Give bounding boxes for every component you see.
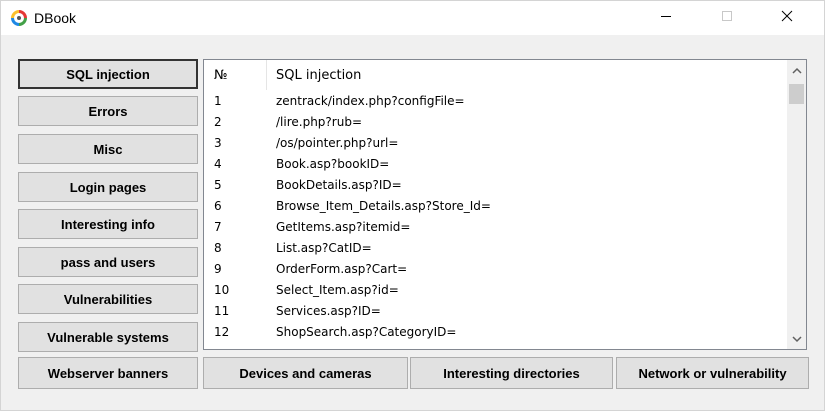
interesting-directories-button[interactable]: Interesting directories <box>410 357 613 389</box>
title-bar[interactable]: DBook <box>1 1 824 35</box>
row-value: List.asp?CatID= <box>276 241 372 255</box>
row-number: 6 <box>214 199 222 213</box>
list-item[interactable]: 11 Services.asp?ID= <box>204 303 767 320</box>
scrollbar-thumb[interactable] <box>789 84 804 104</box>
list-item[interactable]: 4 Book.asp?bookID= <box>204 156 767 173</box>
row-value: BookDetails.asp?ID= <box>276 178 402 192</box>
row-number: 9 <box>214 262 222 276</box>
interesting-info-button[interactable]: Interesting info <box>18 209 198 239</box>
row-number: 4 <box>214 157 222 171</box>
row-value: /os/pointer.php?url= <box>276 136 399 150</box>
row-value: Book.asp?bookID= <box>276 157 390 171</box>
list-item[interactable]: 3 /os/pointer.php?url= <box>204 135 767 152</box>
row-number: 7 <box>214 220 222 234</box>
close-icon <box>781 9 793 27</box>
results-list[interactable]: № SQL injection 1 zentrack/index.php?con… <box>203 59 807 350</box>
scroll-down-button[interactable] <box>787 329 806 349</box>
chevron-up-icon <box>791 61 802 79</box>
sql-injection-button[interactable]: SQL injection <box>18 59 198 89</box>
list-item[interactable]: 1 zentrack/index.php?configFile= <box>204 93 767 110</box>
column-header-number[interactable]: № <box>214 60 228 90</box>
network-or-vulnerability-button[interactable]: Network or vulnerability <box>616 357 809 389</box>
scroll-up-button[interactable] <box>787 60 806 80</box>
row-number: 10 <box>214 283 230 297</box>
misc-button[interactable]: Misc <box>18 134 198 164</box>
list-item[interactable]: 12 ShopSearch.asp?CategoryID= <box>204 324 767 341</box>
row-value: ShopSearch.asp?CategoryID= <box>276 325 457 339</box>
list-header: № SQL injection <box>204 60 767 90</box>
column-header-sql-injection[interactable]: SQL injection <box>276 60 361 90</box>
row-number: 1 <box>214 94 222 108</box>
list-item[interactable]: 9 OrderForm.asp?Cart= <box>204 261 767 278</box>
list-item[interactable]: 8 List.asp?CatID= <box>204 240 767 257</box>
chevron-down-icon <box>791 330 802 348</box>
window-title: DBook <box>34 10 77 26</box>
close-button[interactable] <box>764 1 810 35</box>
webserver-banners-button[interactable]: Webserver banners <box>18 357 198 389</box>
list-item[interactable]: 5 BookDetails.asp?ID= <box>204 177 767 194</box>
maximize-icon <box>721 9 733 27</box>
list-item[interactable]: 10 Select_Item.asp?id= <box>204 282 767 299</box>
devices-and-cameras-button[interactable]: Devices and cameras <box>203 357 408 389</box>
errors-button[interactable]: Errors <box>18 96 198 126</box>
row-value: GetItems.asp?itemid= <box>276 220 411 234</box>
row-number: 5 <box>214 178 222 192</box>
vertical-scrollbar[interactable] <box>787 60 806 349</box>
vulnerable-systems-button[interactable]: Vulnerable systems <box>18 322 198 352</box>
pass-and-users-button[interactable]: pass and users <box>18 247 198 277</box>
row-number: 12 <box>214 325 230 339</box>
app-logo-icon <box>11 10 27 26</box>
list-item[interactable]: 7 GetItems.asp?itemid= <box>204 219 767 236</box>
list-item[interactable]: 6 Browse_Item_Details.asp?Store_Id= <box>204 198 767 215</box>
dbook-window: DBook SQL injection Errors Misc Login pa… <box>0 0 825 411</box>
column-divider[interactable] <box>266 60 267 90</box>
row-number: 2 <box>214 115 222 129</box>
row-value: zentrack/index.php?configFile= <box>276 94 465 108</box>
vulnerabilities-button[interactable]: Vulnerabilities <box>18 284 198 314</box>
row-number: 11 <box>214 304 230 318</box>
row-value: OrderForm.asp?Cart= <box>276 262 408 276</box>
row-value: Select_Item.asp?id= <box>276 283 399 297</box>
row-number: 8 <box>214 241 222 255</box>
list-item[interactable]: 2 /lire.php?rub= <box>204 114 767 131</box>
row-value: Services.asp?ID= <box>276 304 381 318</box>
minimize-icon <box>660 9 672 27</box>
row-number: 3 <box>214 136 222 150</box>
maximize-button[interactable] <box>704 1 750 35</box>
row-value: /lire.php?rub= <box>276 115 362 129</box>
minimize-button[interactable] <box>643 1 689 35</box>
row-value: Browse_Item_Details.asp?Store_Id= <box>276 199 491 213</box>
login-pages-button[interactable]: Login pages <box>18 172 198 202</box>
